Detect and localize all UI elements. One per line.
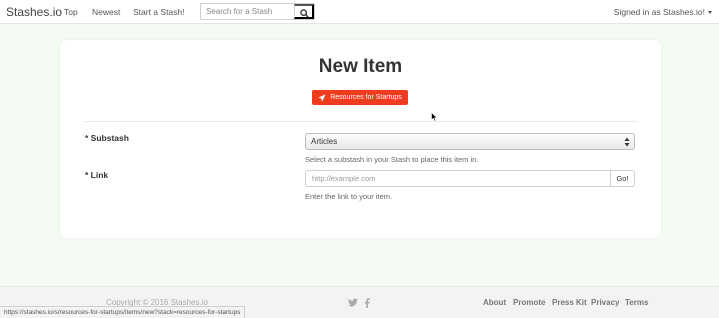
stash-button[interactable]: Resources for Startups [312, 90, 408, 105]
footer-link-press-kit[interactable]: Press Kit [552, 298, 587, 307]
link-input[interactable] [305, 170, 610, 187]
caret-down-icon [708, 11, 712, 15]
twitter-icon[interactable] [348, 298, 358, 307]
search-box [200, 3, 315, 20]
nav-link-start-stash[interactable]: Start a Stash! [133, 7, 185, 17]
facebook-icon[interactable] [364, 298, 370, 308]
brand-logo[interactable]: Stashes.io [6, 5, 62, 19]
account-menu[interactable]: Signed in as Stashes.io! [614, 7, 712, 17]
browser-status-url: https://stashes.io/s/resources-for-start… [0, 306, 246, 318]
new-item-card: New Item Resources for Startups * Substa… [60, 40, 661, 238]
search-icon [300, 9, 309, 18]
search-button[interactable] [294, 4, 314, 19]
substash-select[interactable]: Articles [305, 133, 635, 150]
select-arrows-icon [624, 137, 630, 147]
signed-in-label: Signed in as Stashes.io! [613, 7, 705, 17]
substash-help-text: Select a substash in your Stash to place… [305, 155, 479, 164]
footer-link-promote[interactable]: Promote [513, 298, 545, 307]
substash-selected-value: Articles [311, 137, 338, 146]
footer-link-terms[interactable]: Terms [625, 298, 648, 307]
top-navbar: Stashes.io Top Newest Start a Stash! Sig… [0, 0, 719, 24]
mouse-pointer-icon [431, 112, 438, 122]
divider [84, 121, 637, 122]
search-input[interactable] [201, 4, 294, 19]
stash-button-label: Resources for Startups [330, 94, 402, 101]
nav-link-top[interactable]: Top [64, 7, 78, 17]
link-help-text: Enter the link to your item. [305, 192, 393, 201]
rocket-icon [318, 93, 326, 102]
substash-label: * Substash [85, 133, 129, 143]
nav-link-newest[interactable]: Newest [92, 7, 120, 17]
footer-link-about[interactable]: About [483, 298, 506, 307]
link-label: * Link [85, 170, 109, 180]
page-title: New Item [318, 56, 403, 77]
go-button[interactable]: Go! [610, 170, 635, 187]
footer-link-privacy[interactable]: Privacy [591, 298, 619, 307]
